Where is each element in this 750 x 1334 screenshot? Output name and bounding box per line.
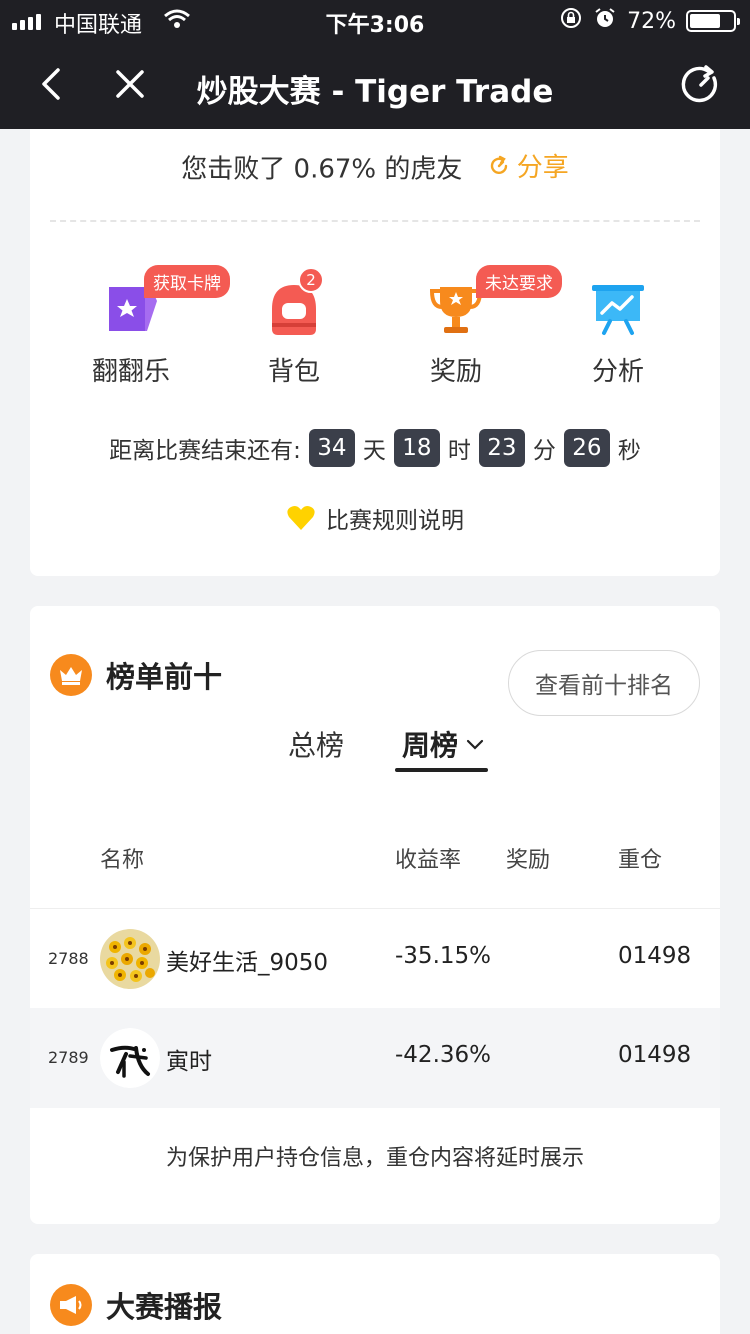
- col-yield: 收益率: [395, 848, 462, 873]
- tab-week[interactable]: 周榜: [402, 724, 486, 764]
- feature-row: 翻翻乐 获取卡牌 2 背包 奖励 未达要求 分析: [30, 265, 720, 389]
- badge-get-card: 获取卡牌: [144, 265, 230, 298]
- col-reward: 奖励: [506, 848, 551, 873]
- share-label: 分享: [516, 153, 569, 183]
- feature-reward[interactable]: 奖励 未达要求: [386, 265, 562, 388]
- feature-backpack[interactable]: 2 背包: [224, 267, 364, 388]
- leaderboard-tabs: 总榜 周榜: [30, 720, 720, 780]
- feature-analysis[interactable]: 分析: [548, 279, 688, 388]
- analysis-chart-icon: [592, 285, 644, 335]
- rules-label: 比赛规则说明: [326, 508, 464, 534]
- table-header: 名称 收益率 奖励 重仓: [30, 842, 720, 873]
- countdown: 距离比赛结束还有: 34 天 18 时 23 分 26 秒: [30, 429, 720, 467]
- feature-label: 背包: [267, 357, 320, 387]
- share-button[interactable]: 分享: [487, 147, 569, 184]
- row-position: 01498: [618, 1042, 692, 1068]
- share-icon: [490, 155, 507, 174]
- broadcast-title: 大赛播报: [106, 1290, 223, 1324]
- feature-label: 翻翻乐: [91, 357, 170, 387]
- row-username: 寅时: [166, 1049, 212, 1075]
- rules-link[interactable]: 比赛规则说明: [30, 501, 720, 535]
- row-position: 01498: [618, 943, 692, 969]
- dashed-divider: [50, 220, 700, 222]
- row-rank: 2789: [48, 1048, 89, 1067]
- row-yield: -42.36%: [395, 1042, 491, 1068]
- broadcast-header: 大赛播报: [50, 1284, 222, 1326]
- countdown-prefix: 距离比赛结束还有:: [109, 438, 301, 464]
- countdown-days: 34: [308, 429, 355, 467]
- top-bar: 中国联通 下午3:06 72% 炒股大赛 - Tiger Trade: [0, 0, 750, 129]
- page-title: 炒股大赛 - Tiger Trade: [196, 74, 554, 110]
- alarm-icon: [593, 6, 617, 36]
- broadcast-card: 大赛播报: [30, 1254, 720, 1334]
- refresh-icon: [681, 65, 718, 103]
- crown-icon: [50, 654, 92, 696]
- col-position: 重仓: [618, 848, 663, 873]
- table-row[interactable]: 2789 寅时 -42.36% 01498: [30, 1008, 720, 1108]
- heart-icon: [287, 506, 315, 530]
- refresh-button[interactable]: [678, 62, 724, 108]
- rotation-lock-icon: [559, 6, 583, 36]
- leaderboard-card: 榜单前十 查看前十排名 总榜 周榜 名称 收益率 奖励 重仓 2788 美好生活…: [30, 606, 720, 1224]
- view-top10-button[interactable]: 查看前十排名: [508, 650, 700, 716]
- countdown-seconds: 26: [563, 429, 610, 467]
- row-rank: 2788: [48, 949, 89, 968]
- battery-icon: [686, 10, 740, 32]
- unit-seconds: 秒: [617, 438, 641, 464]
- unit-days: 天: [362, 438, 386, 464]
- leaderboard-header: 榜单前十: [50, 654, 222, 696]
- tab-week-label: 周榜: [402, 729, 459, 762]
- row-username: 美好生活_9050: [166, 950, 329, 976]
- status-right: 72%: [559, 6, 740, 36]
- megaphone-icon: [50, 1284, 92, 1326]
- countdown-minutes: 23: [478, 429, 525, 467]
- summary-card: 您击败了 0.67% 的虎友 分享 翻翻乐 获取卡牌 2 背包 奖励 未达要求 …: [30, 129, 720, 576]
- avatar: [100, 1028, 160, 1088]
- battery-percent: 72%: [627, 8, 676, 34]
- avatar: [100, 929, 160, 989]
- row-yield: -35.15%: [395, 943, 491, 969]
- countdown-hours: 18: [393, 429, 440, 467]
- feature-label: 奖励: [429, 357, 482, 387]
- tab-total[interactable]: 总榜: [288, 724, 344, 764]
- backpack-count-badge: 2: [298, 267, 324, 293]
- position-delay-notice: 为保护用户持仓信息，重仓内容将延时展示: [165, 1146, 584, 1171]
- chevron-down-icon: [466, 739, 484, 750]
- feature-flip-cards[interactable]: 翻翻乐 获取卡牌: [61, 265, 230, 388]
- active-tab-indicator: [395, 768, 488, 772]
- col-name: 名称: [100, 848, 145, 873]
- unit-hours: 时: [447, 438, 471, 464]
- beat-summary: 您击败了 0.67% 的虎友 分享: [30, 147, 720, 186]
- beat-text: 您击败了 0.67% 的虎友: [181, 154, 463, 185]
- unit-minutes: 分: [532, 438, 556, 464]
- feature-label: 分析: [591, 357, 644, 387]
- table-row[interactable]: 2788 美好生活_9050 -35.15% 01498: [30, 908, 720, 1008]
- leaderboard-title: 榜单前十: [106, 660, 223, 694]
- status-bar: 中国联通 下午3:06 72%: [0, 0, 750, 42]
